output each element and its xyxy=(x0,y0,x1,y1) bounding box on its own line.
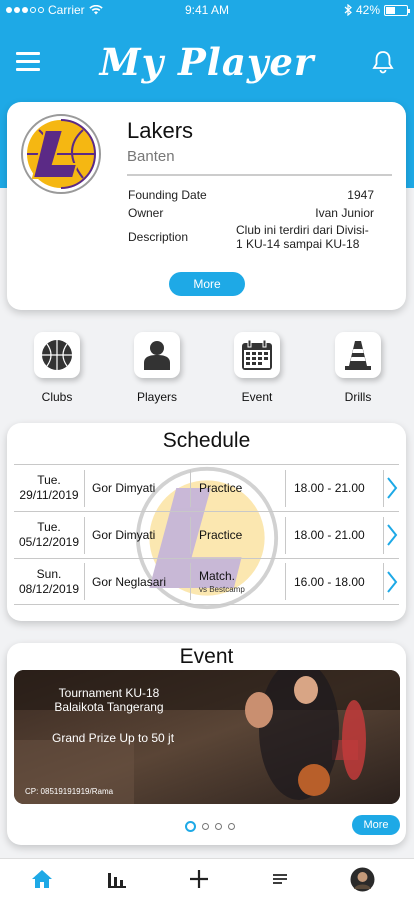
schedule-title: Schedule xyxy=(162,429,251,452)
battery-percent: 42% xyxy=(355,3,380,17)
bell-icon[interactable] xyxy=(372,50,394,74)
event-title: Event xyxy=(179,645,234,668)
schedule-date: 05/12/2019 xyxy=(18,535,80,549)
club-more-button[interactable]: More xyxy=(169,272,245,296)
menu-clubs-label: Clubs xyxy=(41,390,73,404)
schedule-table: Tue. 29/11/2019 Gor Dimyati Practice 18.… xyxy=(14,464,399,605)
schedule-place: Gor Dimyati xyxy=(85,469,191,507)
schedule-row[interactable]: Tue. 29/11/2019 Gor Dimyati Practice 18.… xyxy=(14,464,399,511)
menu-players-label: Players xyxy=(136,390,177,404)
traffic-cone-icon xyxy=(335,332,381,378)
schedule-time: 18.00 - 21.00 xyxy=(286,469,384,507)
menu-drills-label: Drills xyxy=(344,390,372,404)
club-logo xyxy=(21,114,101,194)
menu-clubs[interactable]: Clubs xyxy=(12,332,102,404)
schedule-date-cell: Sun. 08/12/2019 xyxy=(14,563,85,600)
schedule-date-cell: Tue. 05/12/2019 xyxy=(14,516,85,554)
schedule-day: Sun. xyxy=(36,566,62,581)
person-icon xyxy=(134,332,180,378)
club-card: Lakers Banten Founding Date 1947 Owner I… xyxy=(7,102,406,310)
menu-players[interactable]: Players xyxy=(112,332,202,404)
event-banner-line2: Balaikota Tangerang xyxy=(54,700,164,714)
schedule-card: Schedule Tue. 29/11/2019 Gor Dimyati Pra… xyxy=(7,423,406,621)
event-banner-title: Tournament KU-18 Balaikota Tangerang xyxy=(44,686,174,714)
status-bar: Carrier 9:41 AM 42% xyxy=(0,0,414,20)
bottom-nav xyxy=(0,858,414,899)
pager-dot[interactable] xyxy=(215,823,222,830)
schedule-place: Gor Dimyati xyxy=(85,516,191,554)
schedule-type-cell: Practice xyxy=(191,516,286,554)
bluetooth-icon xyxy=(344,4,352,16)
calendar-icon xyxy=(234,332,280,378)
pager-dot[interactable] xyxy=(202,823,209,830)
plus-icon[interactable] xyxy=(187,867,211,891)
list-icon[interactable] xyxy=(268,867,292,891)
description-value: Club ini terdiri dari Divisi-1 KU-14 sam… xyxy=(236,223,369,251)
chevron-right-icon[interactable] xyxy=(384,470,399,507)
schedule-date-cell: Tue. 29/11/2019 xyxy=(14,469,85,507)
event-banner-prize: Grand Prize Up to 50 jt xyxy=(52,731,175,745)
owner-value: Ivan Junior xyxy=(315,206,374,220)
schedule-day: Tue. xyxy=(37,473,61,487)
carousel-pager xyxy=(185,821,235,832)
schedule-place: Gor Neglasari xyxy=(85,563,191,600)
event-banner-contact: CP: 08519191919/Rama xyxy=(25,787,114,796)
schedule-type-cell: Match. vs Bestcamp xyxy=(191,563,286,600)
schedule-row[interactable]: Tue. 05/12/2019 Gor Dimyati Practice 18.… xyxy=(14,511,399,558)
schedule-date: 08/12/2019 xyxy=(18,581,80,596)
basketball-icon xyxy=(34,332,80,378)
chevron-right-icon[interactable] xyxy=(384,563,399,600)
founding-date-value: 1947 xyxy=(347,188,374,202)
pager-dot[interactable] xyxy=(228,823,235,830)
schedule-row[interactable]: Sun. 08/12/2019 Gor Neglasari Match. vs … xyxy=(14,558,399,605)
menu-drills[interactable]: Drills xyxy=(313,332,403,404)
home-icon[interactable] xyxy=(30,867,54,891)
event-banner[interactable]: Tournament KU-18 Balaikota Tangerang Gra… xyxy=(14,670,400,804)
founding-date-label: Founding Date xyxy=(128,188,207,202)
menu-event-label: Event xyxy=(241,390,273,404)
schedule-type: Practice xyxy=(199,528,243,542)
schedule-day: Tue. xyxy=(37,520,61,534)
event-more-button[interactable]: More xyxy=(352,815,400,835)
chevron-right-icon[interactable] xyxy=(384,517,399,554)
schedule-type-cell: Practice xyxy=(191,469,286,507)
schedule-time: 18.00 - 21.00 xyxy=(286,516,384,554)
divider xyxy=(127,174,392,176)
event-card: Event Tournament KU-18 Balaikota Tangera… xyxy=(7,643,406,845)
pager-dot[interactable] xyxy=(185,821,196,832)
bar-chart-icon[interactable] xyxy=(105,867,129,891)
menu-event[interactable]: Event xyxy=(212,332,302,404)
description-label: Description xyxy=(128,230,189,244)
owner-label: Owner xyxy=(128,206,164,220)
club-name: Lakers xyxy=(127,118,194,143)
schedule-date: 29/11/2019 xyxy=(19,488,79,502)
club-region: Banten xyxy=(127,148,175,165)
profile-avatar[interactable] xyxy=(350,867,375,892)
schedule-opponent: vs Bestcamp xyxy=(199,585,245,594)
battery-icon xyxy=(384,4,410,16)
schedule-type: Match. xyxy=(199,569,236,583)
schedule-time: 16.00 - 18.00 xyxy=(286,563,384,600)
event-banner-line1: Tournament KU-18 xyxy=(58,686,160,700)
schedule-type: Practice xyxy=(199,481,243,495)
app-title: My Player xyxy=(99,40,315,84)
